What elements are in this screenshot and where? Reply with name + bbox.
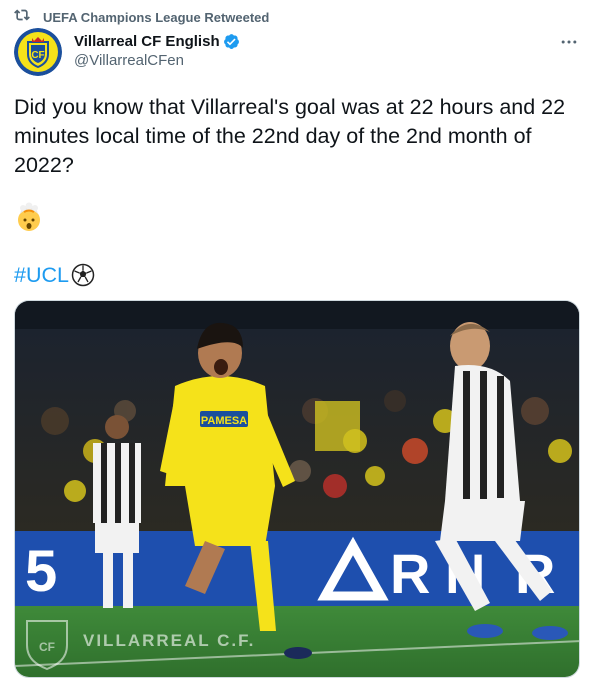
svg-text:R: R <box>390 542 430 605</box>
author-handle[interactable]: @VillarrealCFen <box>74 52 184 69</box>
tweet-card[interactable]: UEFA Champions League Retweeted CF Villa… <box>0 0 597 689</box>
retweeted-by-label: UEFA Champions League Retweeted <box>43 9 270 25</box>
match-photo-image: 5 R N R <box>15 301 579 677</box>
more-options-button[interactable] <box>557 30 581 54</box>
svg-text:PAMESA: PAMESA <box>201 415 247 427</box>
svg-text:CF: CF <box>31 50 44 61</box>
author-name[interactable]: Villarreal CF English <box>74 33 220 50</box>
more-icon <box>561 40 577 44</box>
photo-watermark-text: VILLARREAL C.F. <box>83 631 256 650</box>
soccer-ball-icon <box>71 263 95 287</box>
tweet-text: Did you know that Villarreal's goal was … <box>14 95 566 177</box>
tweet-photo[interactable]: 5 R N R <box>14 300 580 678</box>
hashtag-link[interactable]: #UCL <box>14 263 69 288</box>
author-name-row[interactable]: Villarreal CF English <box>74 31 240 51</box>
avatar[interactable]: CF <box>14 28 62 76</box>
verified-badge-icon <box>223 33 240 50</box>
exploding-head-emoji-icon <box>14 202 44 232</box>
svg-text:CF: CF <box>39 640 55 654</box>
hashtag-row: #UCL <box>14 260 95 290</box>
social-context[interactable]: UEFA Champions League Retweeted <box>14 8 269 26</box>
svg-text:5: 5 <box>25 539 57 604</box>
retweet-icon <box>14 7 30 28</box>
